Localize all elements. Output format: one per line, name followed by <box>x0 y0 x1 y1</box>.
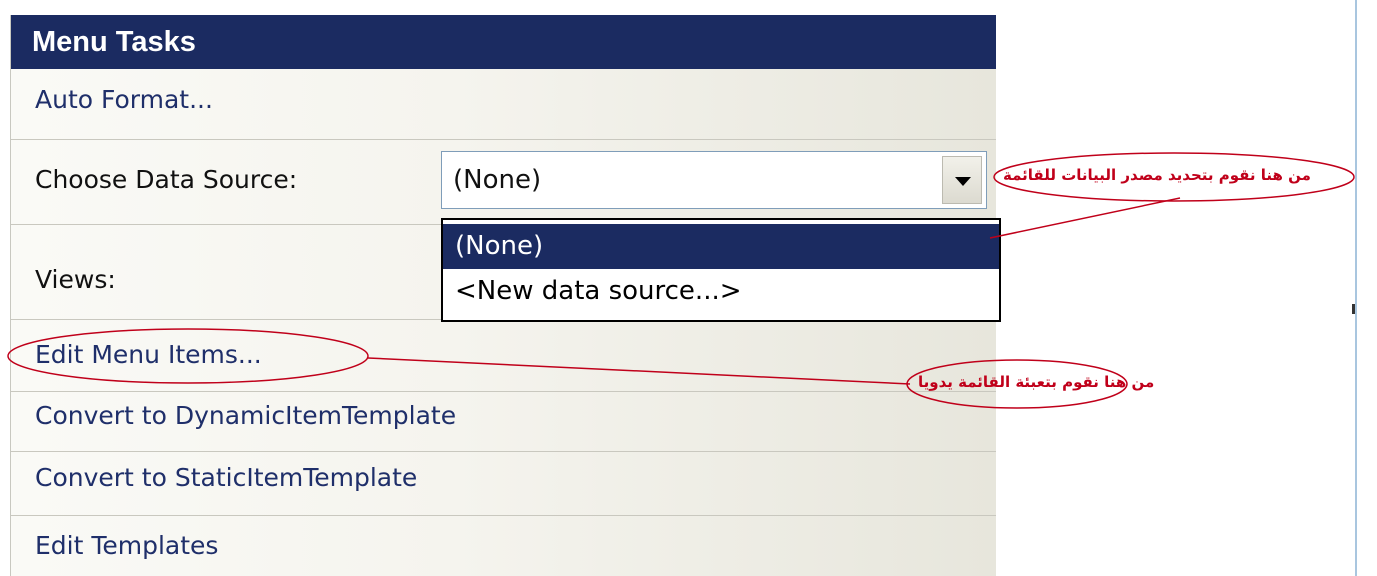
callout-pointer <box>989 197 1181 239</box>
data-source-annotation: من هنا نقوم بتحديد مصدر البيانات للقائمة <box>1003 166 1311 184</box>
annotation-overlay <box>7 152 1355 409</box>
callout-pointer <box>367 357 911 385</box>
highlight-ellipse <box>7 328 369 384</box>
menu-items-annotation: من هنا نقوم بتعبئة القائمة يدويا <box>918 373 1155 391</box>
